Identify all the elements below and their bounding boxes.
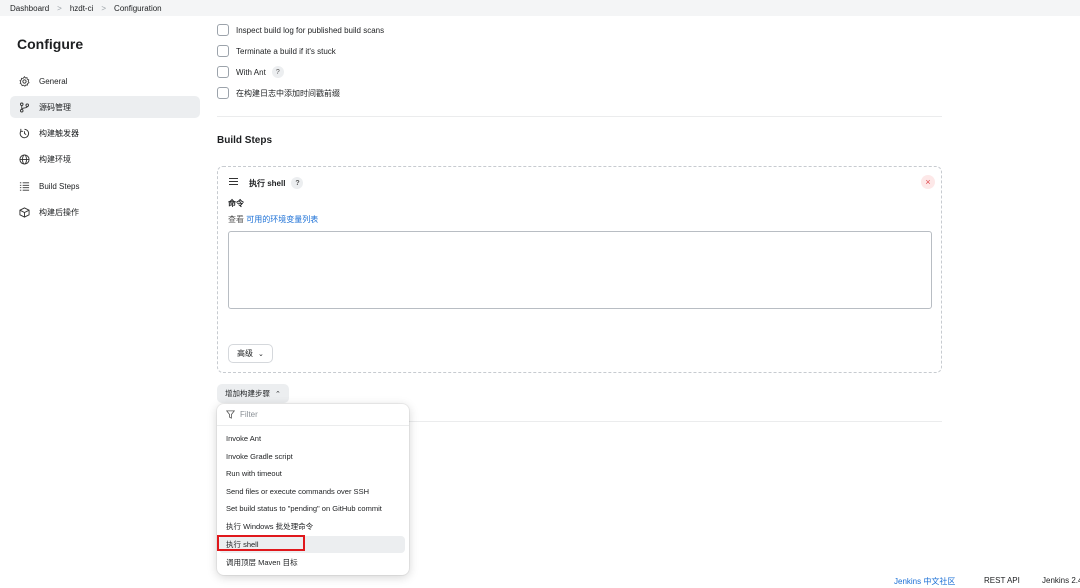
breadcrumb-job[interactable]: hzdt-ci [70, 4, 94, 13]
option-inspect-build-log: Inspect build log for published build sc… [217, 23, 384, 37]
add-build-step-button[interactable]: 增加构建步骤 ⌃ [217, 384, 289, 403]
breadcrumb-separator-icon: > [101, 3, 107, 13]
checkbox[interactable] [217, 45, 229, 57]
checkbox[interactable] [217, 87, 229, 99]
option-label: With Ant [236, 67, 266, 77]
section-divider [217, 116, 942, 117]
command-textarea[interactable] [228, 231, 932, 309]
chevron-down-icon: ⌄ [258, 350, 264, 358]
dropdown-item[interactable]: 执行 Windows 批处理命令 [217, 518, 409, 535]
breadcrumb: Dashboard > hzdt-ci > Configuration [0, 0, 1080, 16]
option-label: Terminate a build if it's stuck [236, 46, 336, 56]
build-step-card: 执行 shell ? × 命令 查看 可用的环境变量列表 高级 ⌄ [217, 166, 942, 373]
sidebar-item-environment[interactable]: 构建环境 [10, 148, 200, 170]
gear-icon [18, 75, 30, 87]
drag-handle-icon[interactable] [229, 178, 238, 185]
delete-step-button[interactable]: × [921, 175, 935, 189]
option-label: 在构建日志中添加时间戳前缀 [236, 88, 340, 98]
clock-icon [18, 127, 30, 139]
dropdown-item-execute-shell[interactable]: 执行 shell [219, 536, 405, 553]
footer-version[interactable]: Jenkins 2.4 [1042, 576, 1080, 585]
env-vars-line: 查看 可用的环境变量列表 [228, 214, 318, 225]
command-label: 命令 [228, 199, 244, 208]
option-terminate-stuck: Terminate a build if it's stuck [217, 44, 336, 58]
breadcrumb-dashboard[interactable]: Dashboard [10, 4, 49, 13]
build-steps-title: Build Steps [217, 135, 273, 146]
chevron-up-icon: ⌃ [275, 390, 281, 398]
checkbox[interactable] [217, 66, 229, 78]
globe-icon [18, 153, 30, 165]
sidebar-item-label: 构建触发器 [39, 128, 79, 138]
help-icon[interactable]: ? [291, 177, 304, 189]
sidebar-item-build-steps[interactable]: Build Steps [10, 175, 200, 197]
option-label: Inspect build log for published build sc… [236, 25, 385, 35]
sidebar-item-label: 构建后操作 [39, 207, 79, 217]
page-title: Configure [17, 36, 84, 52]
breadcrumb-configuration[interactable]: Configuration [114, 4, 162, 13]
add-step-label: 增加构建步骤 [225, 389, 270, 398]
dropdown-item[interactable]: Send files or execute commands over SSH [217, 483, 409, 500]
sidebar-item-source-control[interactable]: 源码管理 [10, 96, 200, 118]
checkbox[interactable] [217, 24, 229, 36]
sidebar-item-label: 源码管理 [39, 102, 71, 112]
breadcrumb-separator-icon: > [57, 3, 62, 13]
help-icon[interactable]: ? [271, 66, 284, 78]
dropdown-item[interactable]: Run with timeout [217, 465, 409, 482]
env-prefix: 查看 [228, 215, 244, 224]
add-step-dropdown: Filter Invoke Ant Invoke Gradle script R… [217, 404, 409, 575]
sidebar-item-post-build[interactable]: 构建后操作 [10, 201, 200, 223]
dropdown-item[interactable]: Set build status to "pending" on GitHub … [217, 500, 409, 517]
dropdown-item[interactable]: 调用顶层 Maven 目标 [217, 554, 409, 571]
step-header: 执行 shell ? [249, 177, 304, 189]
sidebar-item-label: 构建环境 [39, 154, 71, 164]
filter-input[interactable]: Filter [217, 404, 409, 426]
filter-icon [226, 410, 235, 419]
env-vars-link[interactable]: 可用的环境变量列表 [246, 215, 318, 224]
sidebar-item-general[interactable]: General [10, 70, 200, 92]
advanced-label: 高级 [237, 349, 253, 358]
footer-rest-api-link[interactable]: REST API [984, 576, 1020, 585]
filter-placeholder: Filter [240, 410, 258, 419]
dropdown-item[interactable]: Invoke Ant [217, 430, 409, 447]
sidebar-item-triggers[interactable]: 构建触发器 [10, 122, 200, 144]
footer-community-link[interactable]: Jenkins 中文社区 [894, 576, 955, 587]
package-icon [18, 206, 30, 218]
branch-icon [18, 101, 30, 113]
dropdown-item[interactable]: Invoke Gradle script [217, 448, 409, 465]
option-with-ant: With Ant ? [217, 65, 284, 79]
option-timestamps: 在构建日志中添加时间戳前缀 [217, 86, 340, 100]
list-icon [18, 180, 30, 192]
step-name: 执行 shell [249, 178, 286, 188]
sidebar-item-label: Build Steps [39, 181, 80, 191]
close-icon: × [925, 177, 931, 187]
sidebar-item-label: General [39, 76, 68, 86]
advanced-button[interactable]: 高级 ⌄ [228, 344, 273, 363]
